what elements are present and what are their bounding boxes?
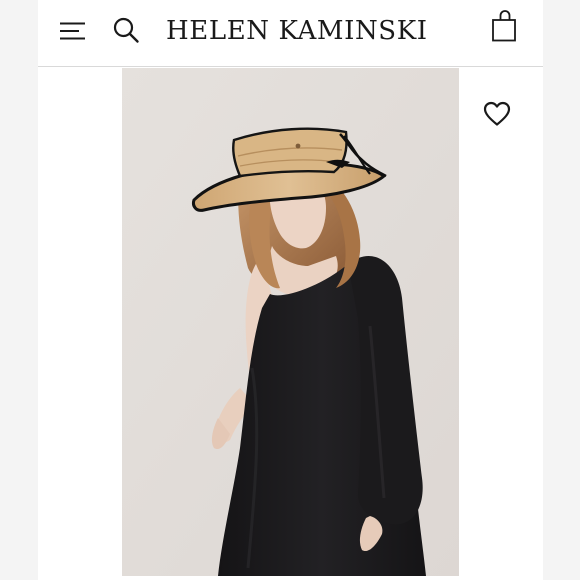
site-header: HELEN KAMINSKI [38, 0, 543, 67]
menu-button[interactable] [59, 18, 87, 44]
add-to-wishlist-button[interactable] [483, 101, 511, 127]
shopping-bag-icon [492, 10, 516, 42]
search-button[interactable] [112, 16, 140, 44]
product-image[interactable] [122, 68, 459, 576]
brand-logo[interactable]: HELEN KAMINSKI [166, 14, 427, 48]
heart-icon [483, 101, 511, 126]
product-page: HELEN KAMINSKI [38, 0, 543, 580]
menu-icon [60, 22, 85, 40]
search-icon [113, 17, 139, 43]
model-photo [122, 68, 459, 576]
cart-button[interactable] [491, 9, 519, 43]
